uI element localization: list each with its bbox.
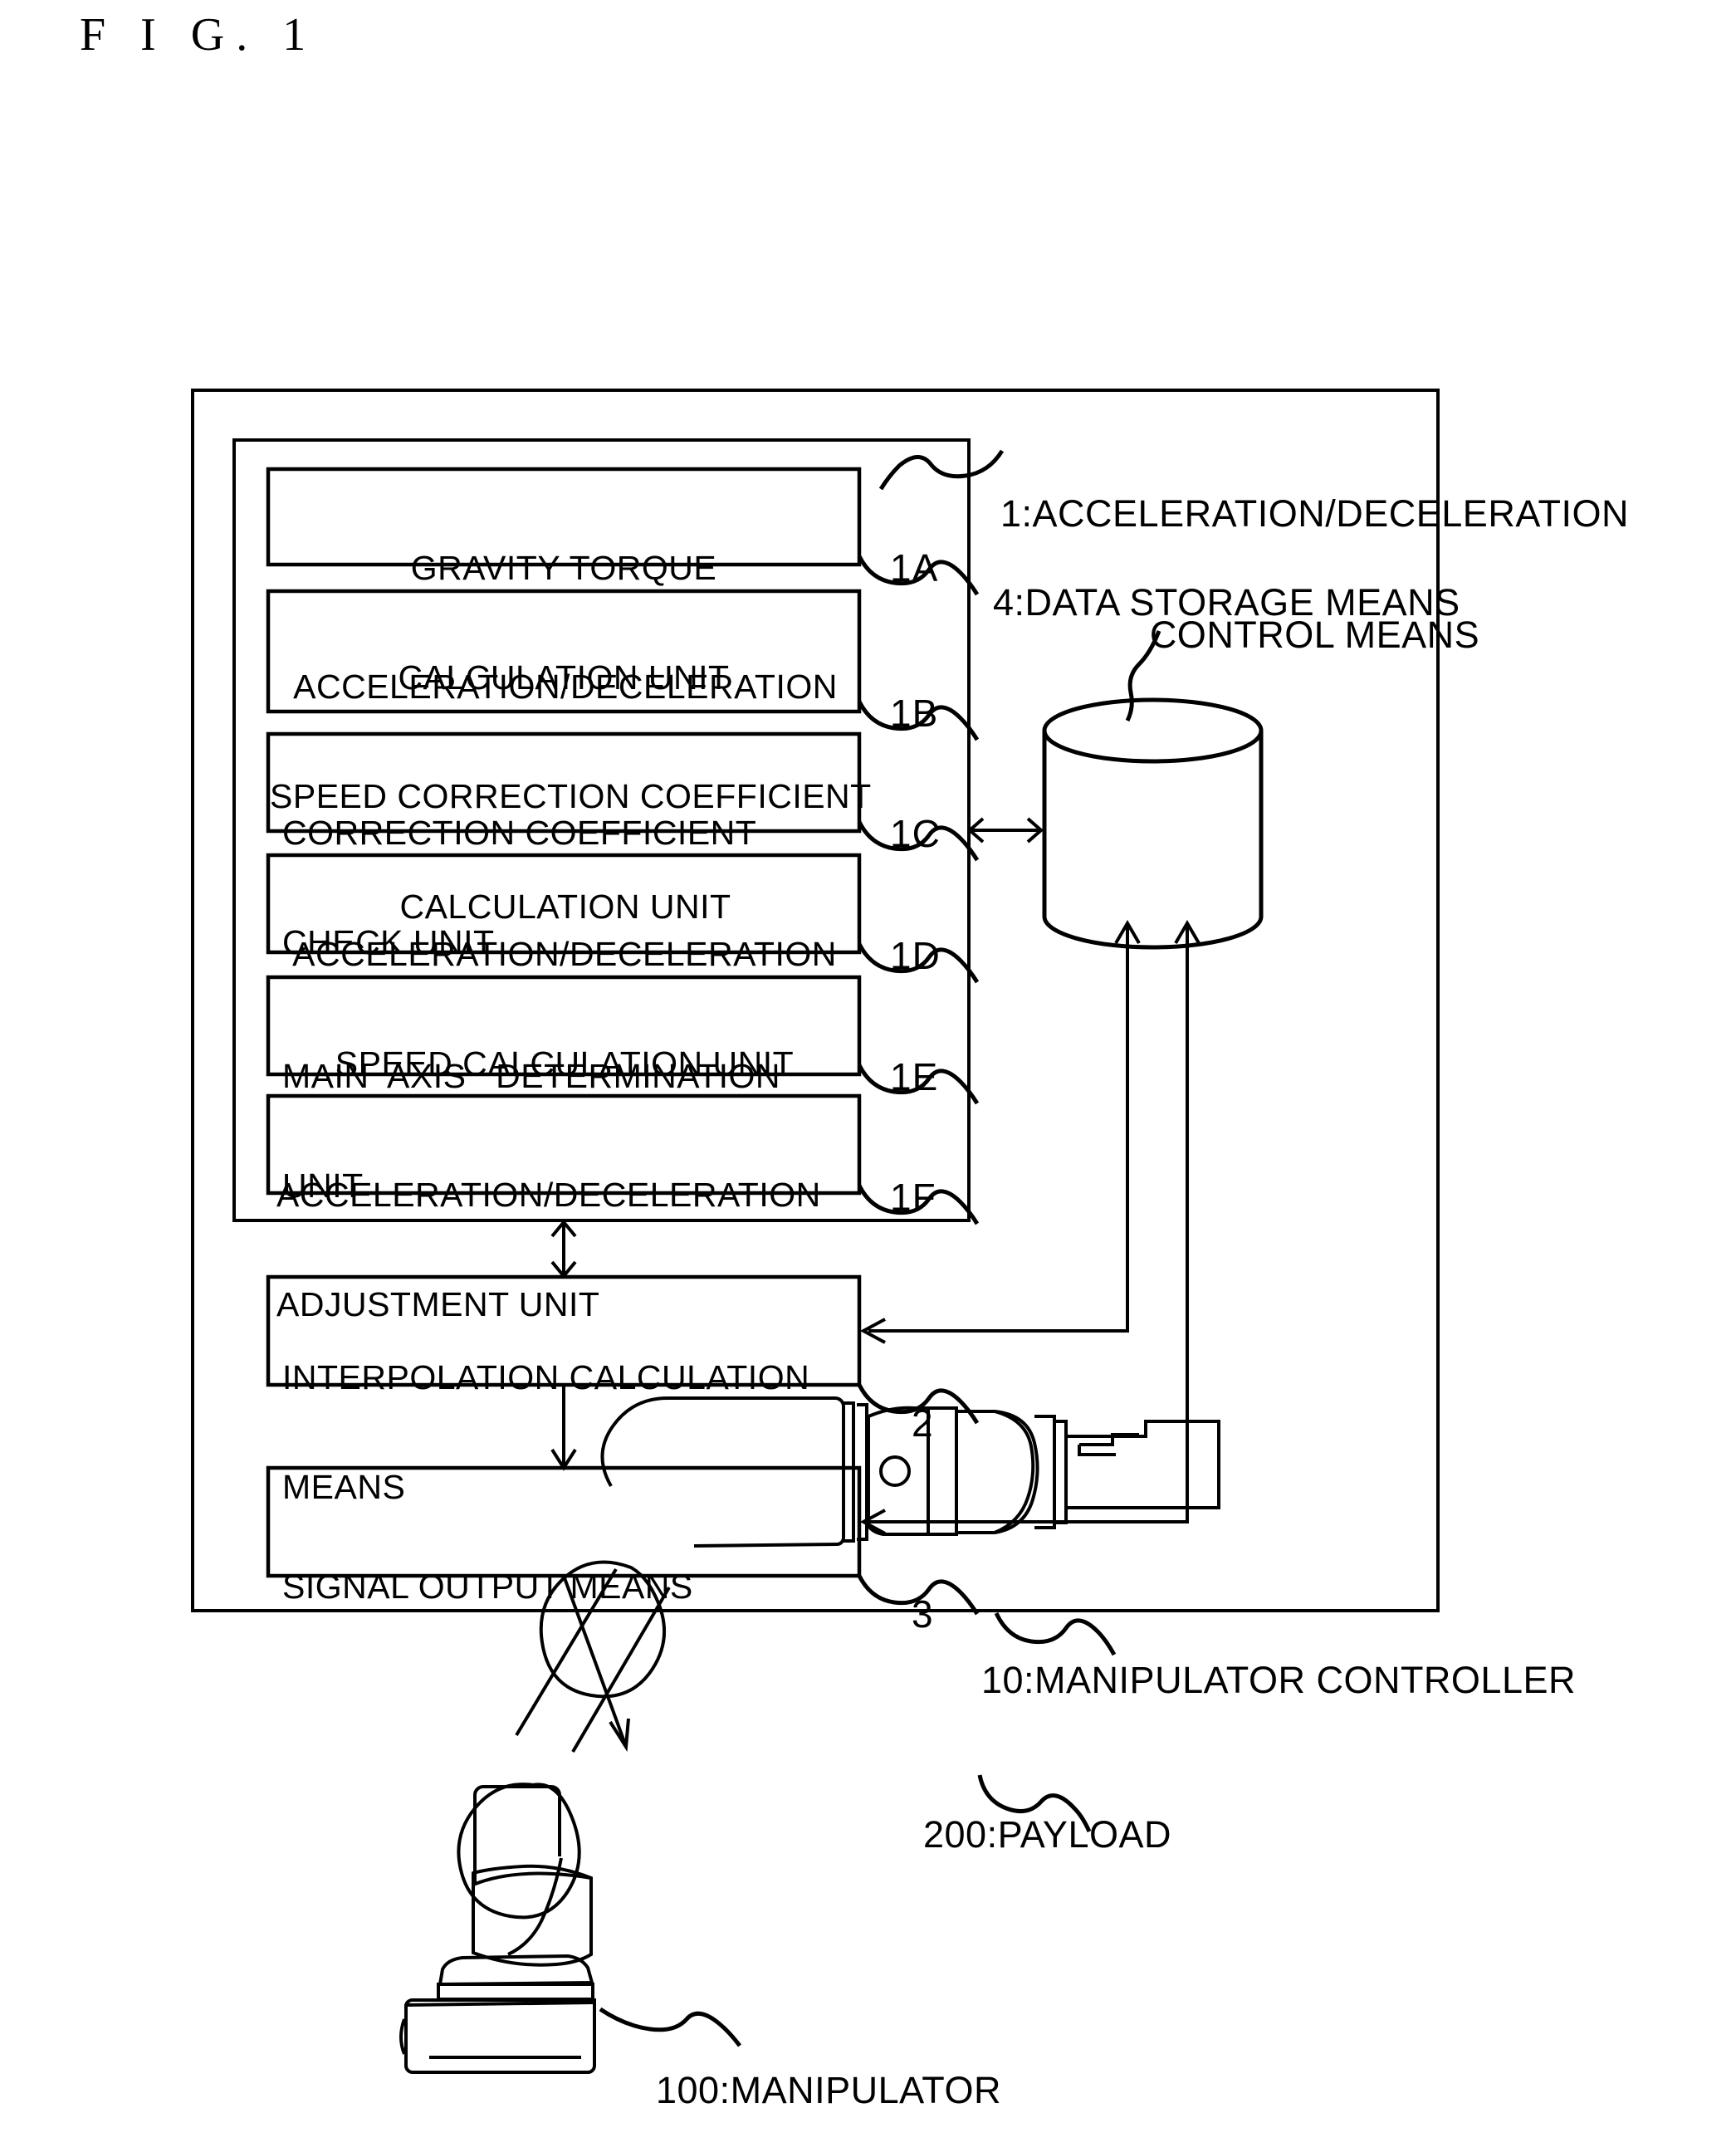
leader-control-means — [878, 449, 1005, 491]
manipulator-label: 100:MANIPULATOR — [656, 2069, 1001, 2111]
unit-1b-ref: 1B — [890, 692, 939, 735]
data-storage-label: 4:DATA STORAGE MEANS — [993, 581, 1460, 624]
unit-1e-ref: 1E — [890, 1055, 939, 1098]
patent-diagram-svg — [191, 389, 1440, 2074]
control-means-label: 1:ACCELERATION/DECELERATION CONTROL MEAN… — [1000, 492, 1629, 656]
leader-controller — [994, 1611, 1117, 1656]
payload-label: 200:PAYLOAD — [923, 1813, 1171, 1856]
block-2-ref: 2 — [912, 1401, 934, 1445]
arrow-storage-control-bidirectional — [966, 817, 1044, 844]
unit-1d-ref: 1D — [890, 934, 941, 977]
leader-manipulator — [599, 2007, 741, 2047]
unit-1f-ref: 1F — [890, 1176, 936, 1219]
block-3-text: SIGNAL OUTPUT MEANS — [282, 1567, 693, 1606]
unit-1c-ref: 1C — [890, 812, 941, 855]
block-3-ref: 3 — [912, 1592, 934, 1636]
figure-canvas: F I G. 1 GRAVITY TORQUE CALCULATION UNIT… — [0, 0, 1736, 2147]
unit-1a-ref: 1A — [890, 546, 939, 589]
controller-label: 10:MANIPULATOR CONTROLLER — [981, 1659, 1576, 1701]
data-storage-cylinder — [1042, 697, 1264, 950]
